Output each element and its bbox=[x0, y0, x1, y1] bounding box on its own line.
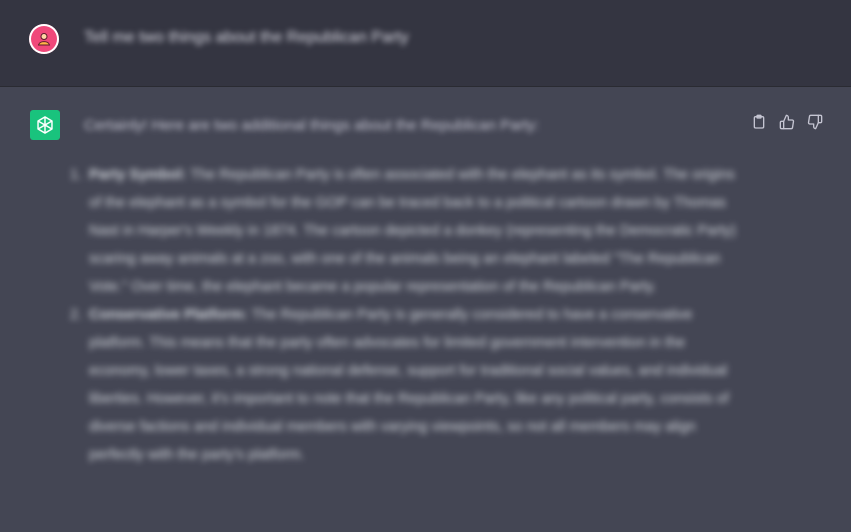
list-item-title: Party Symbol: bbox=[89, 167, 187, 183]
list-item-content: Party Symbol: The Republican Party is of… bbox=[89, 161, 737, 301]
list-item-title: Conservative Platform: bbox=[89, 307, 248, 323]
assistant-answer-list: 1. Party Symbol: The Republican Party is… bbox=[70, 161, 740, 469]
openai-logo-icon bbox=[37, 116, 53, 134]
user-avatar-icon bbox=[37, 33, 51, 46]
user-message-row: Tell me two things about the Republican … bbox=[0, 0, 851, 87]
list-item-number: 2. bbox=[70, 307, 83, 323]
clipboard-icon bbox=[753, 114, 765, 129]
user-avatar bbox=[29, 24, 59, 54]
list-item-number: 1. bbox=[70, 167, 83, 183]
user-message-text: Tell me two things about the Republican … bbox=[84, 29, 409, 46]
list-item-content: Conservative Platform: The Republican Pa… bbox=[89, 301, 737, 469]
list-item-text: The Republican Party is generally consid… bbox=[89, 307, 729, 463]
assistant-avatar bbox=[30, 110, 60, 140]
thumbs-up-icon bbox=[779, 114, 795, 130]
assistant-message-row: Certainly! Here are two additional thing… bbox=[0, 87, 851, 532]
assistant-intro-text: Certainly! Here are two additional thing… bbox=[84, 117, 540, 134]
message-actions bbox=[751, 114, 823, 130]
copy-button[interactable] bbox=[751, 114, 767, 130]
list-item: 2. Conservative Platform: The Republican… bbox=[70, 301, 740, 469]
thumbs-down-icon bbox=[807, 114, 823, 130]
dislike-button[interactable] bbox=[807, 114, 823, 130]
like-button[interactable] bbox=[779, 114, 795, 130]
list-item-text: The Republican Party is often associated… bbox=[89, 167, 736, 295]
list-item: 1. Party Symbol: The Republican Party is… bbox=[70, 161, 740, 301]
